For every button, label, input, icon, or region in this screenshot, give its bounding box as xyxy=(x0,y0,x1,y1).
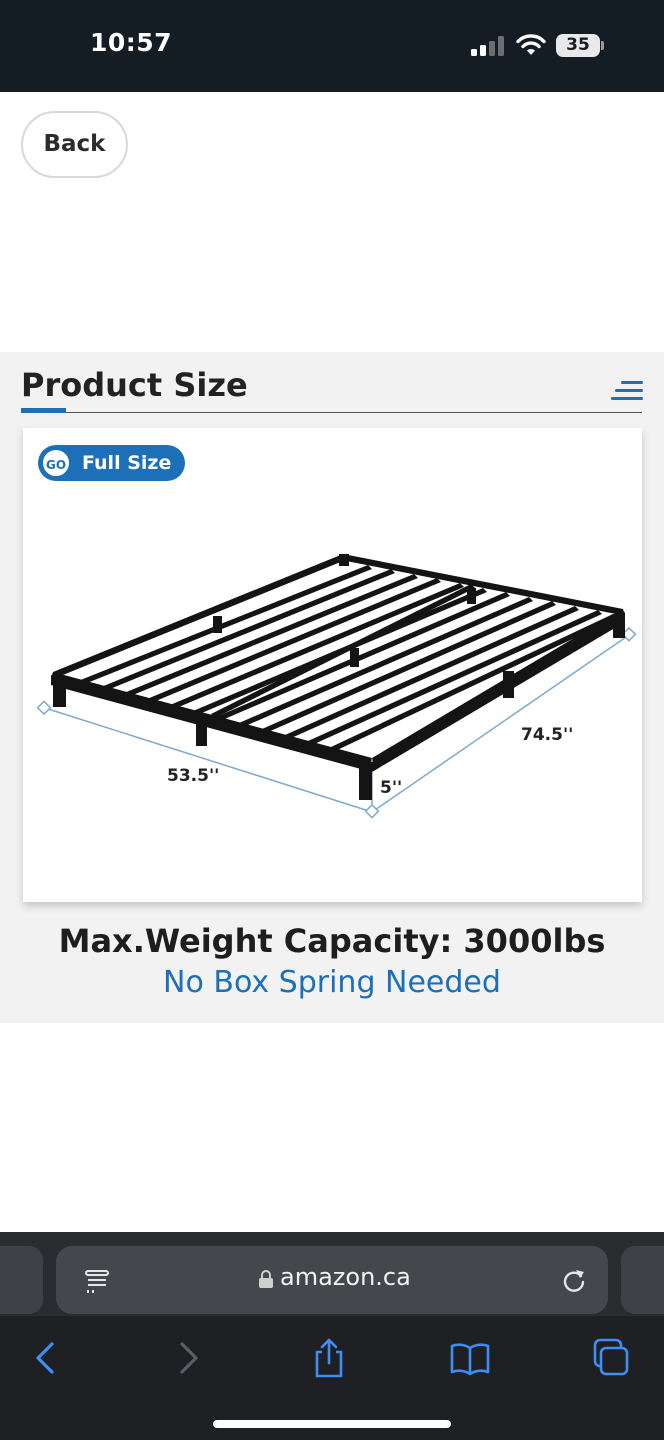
url-field[interactable]: amazon.ca xyxy=(56,1246,608,1314)
title-divider xyxy=(21,412,642,413)
product-size-section: Product Size GO Full Size 53.5'' 74.5'' … xyxy=(0,352,664,1023)
section-title: Product Size xyxy=(21,366,248,404)
wifi-icon xyxy=(516,34,546,55)
length-dimension-label: 74.5'' xyxy=(521,725,574,745)
bed-frame-illustration xyxy=(36,554,637,819)
status-bar: 10:57 35 xyxy=(0,0,664,92)
signal-icon xyxy=(471,36,504,56)
title-accent-bar xyxy=(21,408,66,413)
forward-arrow-icon[interactable] xyxy=(166,1336,210,1380)
width-dimension-label: 53.5'' xyxy=(167,766,220,786)
home-indicator[interactable] xyxy=(213,1420,451,1428)
previous-tab-preview[interactable] xyxy=(0,1246,43,1314)
browser-address-bar: amazon.ca xyxy=(0,1232,664,1440)
reader-icon[interactable] xyxy=(84,1268,110,1294)
status-time: 10:57 xyxy=(90,28,173,57)
menu-icon[interactable] xyxy=(611,381,643,401)
go-logo: GO xyxy=(41,448,71,478)
back-button[interactable]: Back xyxy=(21,111,128,178)
height-dimension-label: 5'' xyxy=(380,778,403,798)
no-box-spring-text: No Box Spring Needed xyxy=(163,965,501,1000)
size-badge: GO Full Size xyxy=(38,445,186,481)
product-image[interactable]: GO Full Size 53.5'' 74.5'' 5'' xyxy=(23,428,642,902)
bookmarks-icon[interactable] xyxy=(448,1336,492,1380)
size-label: Full Size xyxy=(82,452,172,474)
next-tab-preview[interactable] xyxy=(621,1246,664,1314)
url-text: amazon.ca xyxy=(280,1263,411,1291)
share-icon[interactable] xyxy=(307,1336,351,1380)
battery-icon: 35 xyxy=(556,34,604,57)
browser-toolbar xyxy=(0,1316,664,1440)
lock-icon xyxy=(259,1270,273,1288)
battery-level: 35 xyxy=(566,35,590,55)
reload-icon[interactable] xyxy=(561,1266,587,1294)
back-arrow-icon[interactable] xyxy=(24,1336,68,1380)
weight-capacity-text: Max.Weight Capacity: 3000lbs xyxy=(58,922,606,960)
tabs-icon[interactable] xyxy=(589,1336,633,1380)
